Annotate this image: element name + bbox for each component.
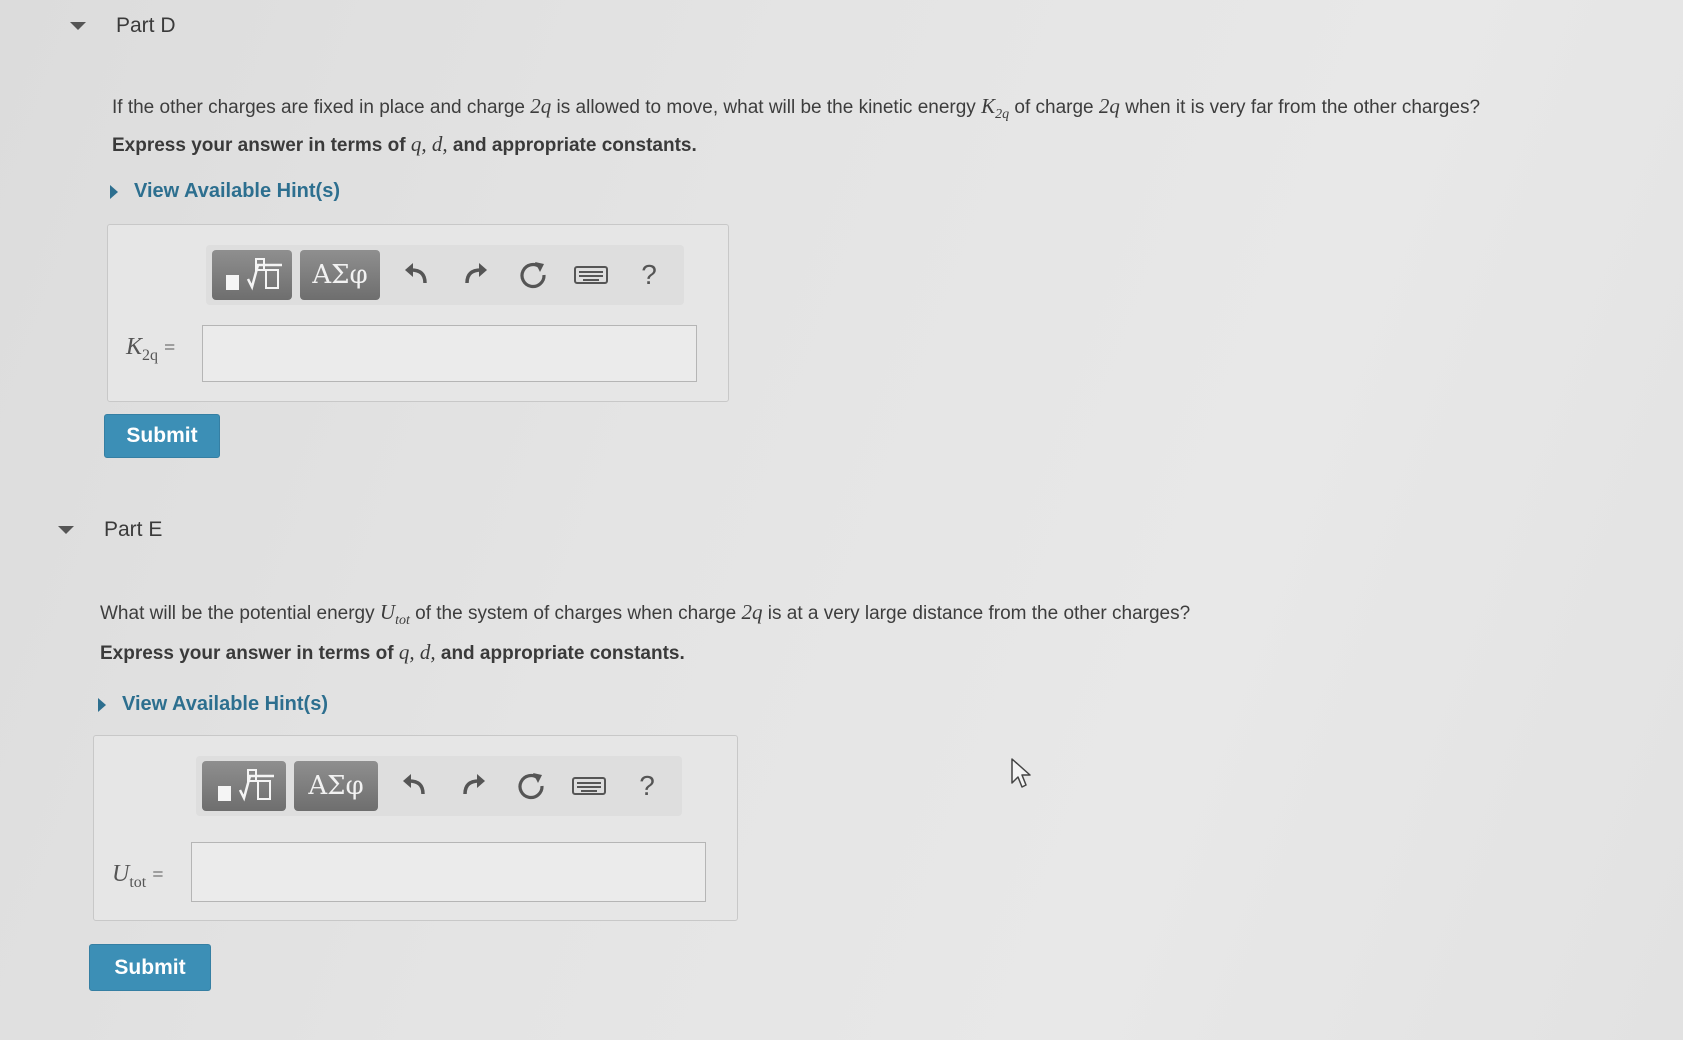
mouse-pointer-icon [1011, 758, 1031, 788]
page: Part D If the other charges are fixed in… [0, 0, 1683, 1040]
reset-button[interactable] [504, 250, 562, 300]
templates-icon [226, 258, 282, 291]
part-d: Part D [70, 14, 1630, 38]
redo-icon [465, 263, 487, 284]
keyboard-icon [572, 777, 606, 795]
expand-caret-icon [98, 697, 106, 712]
part-e-answer-label: Utot = [112, 861, 164, 891]
redo-button[interactable] [446, 250, 504, 300]
part-e-hint-link[interactable]: View Available Hint(s) [98, 693, 328, 716]
part-d-question: If the other charges are fixed in place … [112, 94, 1481, 123]
redo-button[interactable] [444, 761, 502, 811]
templates-button[interactable] [202, 761, 286, 811]
greek-symbols-button[interactable]: ΑΣφ [294, 761, 378, 811]
part-e: Part E [58, 518, 1618, 542]
templates-icon [218, 769, 274, 802]
collapse-caret-icon[interactable] [58, 526, 74, 534]
redo-icon [463, 774, 485, 795]
part-d-answer-input[interactable] [202, 325, 697, 382]
help-button[interactable]: ? [620, 250, 678, 300]
undo-icon [403, 774, 425, 795]
part-d-instructions: Express your answer in terms of q, d, an… [112, 132, 697, 156]
reset-icon [520, 262, 546, 289]
part-d-submit-button[interactable]: Submit [104, 414, 220, 458]
collapse-caret-icon[interactable] [70, 22, 86, 30]
undo-icon [405, 263, 427, 284]
keyboard-button[interactable] [560, 761, 618, 811]
expand-caret-icon [110, 184, 118, 199]
reset-button[interactable] [502, 761, 560, 811]
part-d-title: Part D [116, 14, 176, 37]
undo-button[interactable] [388, 250, 446, 300]
part-e-instructions: Express your answer in terms of q, d, an… [100, 640, 685, 664]
part-e-math-toolbar: ΑΣφ ? [196, 756, 682, 816]
keyboard-button[interactable] [562, 250, 620, 300]
part-e-submit-button[interactable]: Submit [89, 944, 211, 991]
part-d-hint-link[interactable]: View Available Hint(s) [110, 180, 340, 203]
part-d-math-toolbar: ΑΣφ ? [206, 245, 684, 305]
part-e-answer-input[interactable] [191, 842, 706, 902]
part-d-header[interactable]: Part D [70, 14, 1630, 38]
part-d-answer-label: K2q = [126, 334, 176, 364]
part-e-header[interactable]: Part E [58, 518, 1618, 542]
templates-button[interactable] [212, 250, 292, 300]
help-button[interactable]: ? [618, 761, 676, 811]
undo-button[interactable] [386, 761, 444, 811]
reset-icon [518, 773, 544, 800]
greek-symbols-button[interactable]: ΑΣφ [300, 250, 380, 300]
keyboard-icon [574, 266, 608, 284]
part-e-title: Part E [104, 518, 163, 541]
part-e-question: What will be the potential energy Utot o… [100, 600, 1191, 629]
